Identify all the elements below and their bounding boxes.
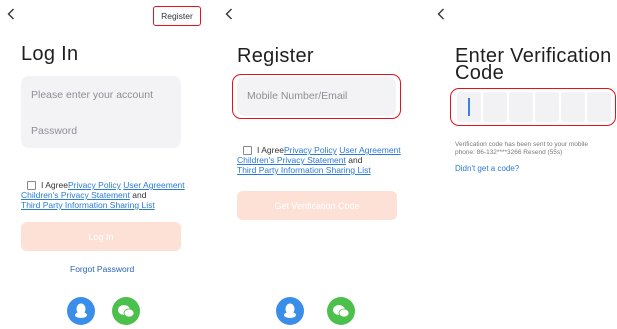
verification-panel: Enter Verification Code Verification cod…	[430, 0, 617, 329]
register-button[interactable]: Register	[153, 6, 201, 26]
wechat-icon[interactable]	[327, 297, 355, 325]
page-title-line2: Code	[455, 62, 505, 84]
agreement-block: I Agree Privacy Policy User Agreement Ch…	[21, 180, 185, 210]
code-digit-box[interactable]	[535, 92, 559, 122]
mobile-input-card: Mobile Number/Email	[237, 77, 396, 116]
agree-label: I Agree	[41, 180, 68, 190]
privacy-policy-link[interactable]: Privacy Policy	[68, 180, 121, 190]
children-privacy-link[interactable]: Children's Privacy Statement	[237, 155, 346, 165]
page-title: Register	[237, 45, 314, 67]
back-arrow-icon[interactable]	[7, 8, 15, 20]
code-digit-box[interactable]	[561, 92, 585, 122]
didnt-get-code-link[interactable]: Didn't get a code?	[455, 164, 519, 173]
login-input-card: Please enter your account Password	[21, 76, 181, 148]
back-arrow-icon[interactable]	[437, 8, 445, 20]
back-arrow-icon[interactable]	[225, 8, 233, 20]
page-title: Log In	[21, 43, 79, 65]
qq-icon[interactable]	[67, 297, 95, 325]
third-party-link[interactable]: Third Party Information Sharing List	[237, 165, 371, 175]
user-agreement-link[interactable]: User Agreement	[123, 180, 184, 190]
code-digit-box[interactable]	[587, 92, 611, 122]
login-button[interactable]: Log In	[21, 222, 181, 251]
register-panel: Register Mobile Number/Email I Agree Pri…	[218, 0, 413, 329]
text-cursor	[468, 98, 470, 116]
third-party-link[interactable]: Third Party Information Sharing List	[21, 200, 155, 210]
wechat-icon[interactable]	[112, 297, 140, 325]
agree-label: I Agree	[257, 145, 284, 155]
agree-checkbox[interactable]	[243, 145, 252, 155]
children-privacy-link[interactable]: Children's Privacy Statement	[21, 190, 130, 200]
forgot-password-link[interactable]: Forgot Password	[70, 264, 134, 274]
code-digit-box[interactable]	[483, 92, 507, 122]
mobile-email-input[interactable]: Mobile Number/Email	[247, 90, 347, 102]
login-panel: Register Log In Please enter your accoun…	[0, 0, 205, 329]
code-digit-box[interactable]	[457, 92, 481, 122]
agree-checkbox[interactable]	[27, 180, 36, 190]
and-text: and	[132, 190, 147, 200]
qq-icon[interactable]	[276, 297, 304, 325]
agreement-block: I Agree Privacy Policy User Agreement Ch…	[237, 145, 401, 175]
get-code-button[interactable]: Get Verification Code	[237, 191, 397, 220]
privacy-policy-link[interactable]: Privacy Policy	[284, 145, 337, 155]
account-input[interactable]: Please enter your account	[31, 89, 153, 101]
code-sent-line1: Verification code has been sent to your …	[455, 141, 588, 148]
password-input[interactable]: Password	[31, 125, 77, 137]
and-text: and	[348, 155, 363, 165]
user-agreement-link[interactable]: User Agreement	[339, 145, 400, 155]
code-digit-box[interactable]	[509, 92, 533, 122]
code-sent-line2: phone: 86-132****3266 Resend (55s)	[455, 149, 563, 156]
